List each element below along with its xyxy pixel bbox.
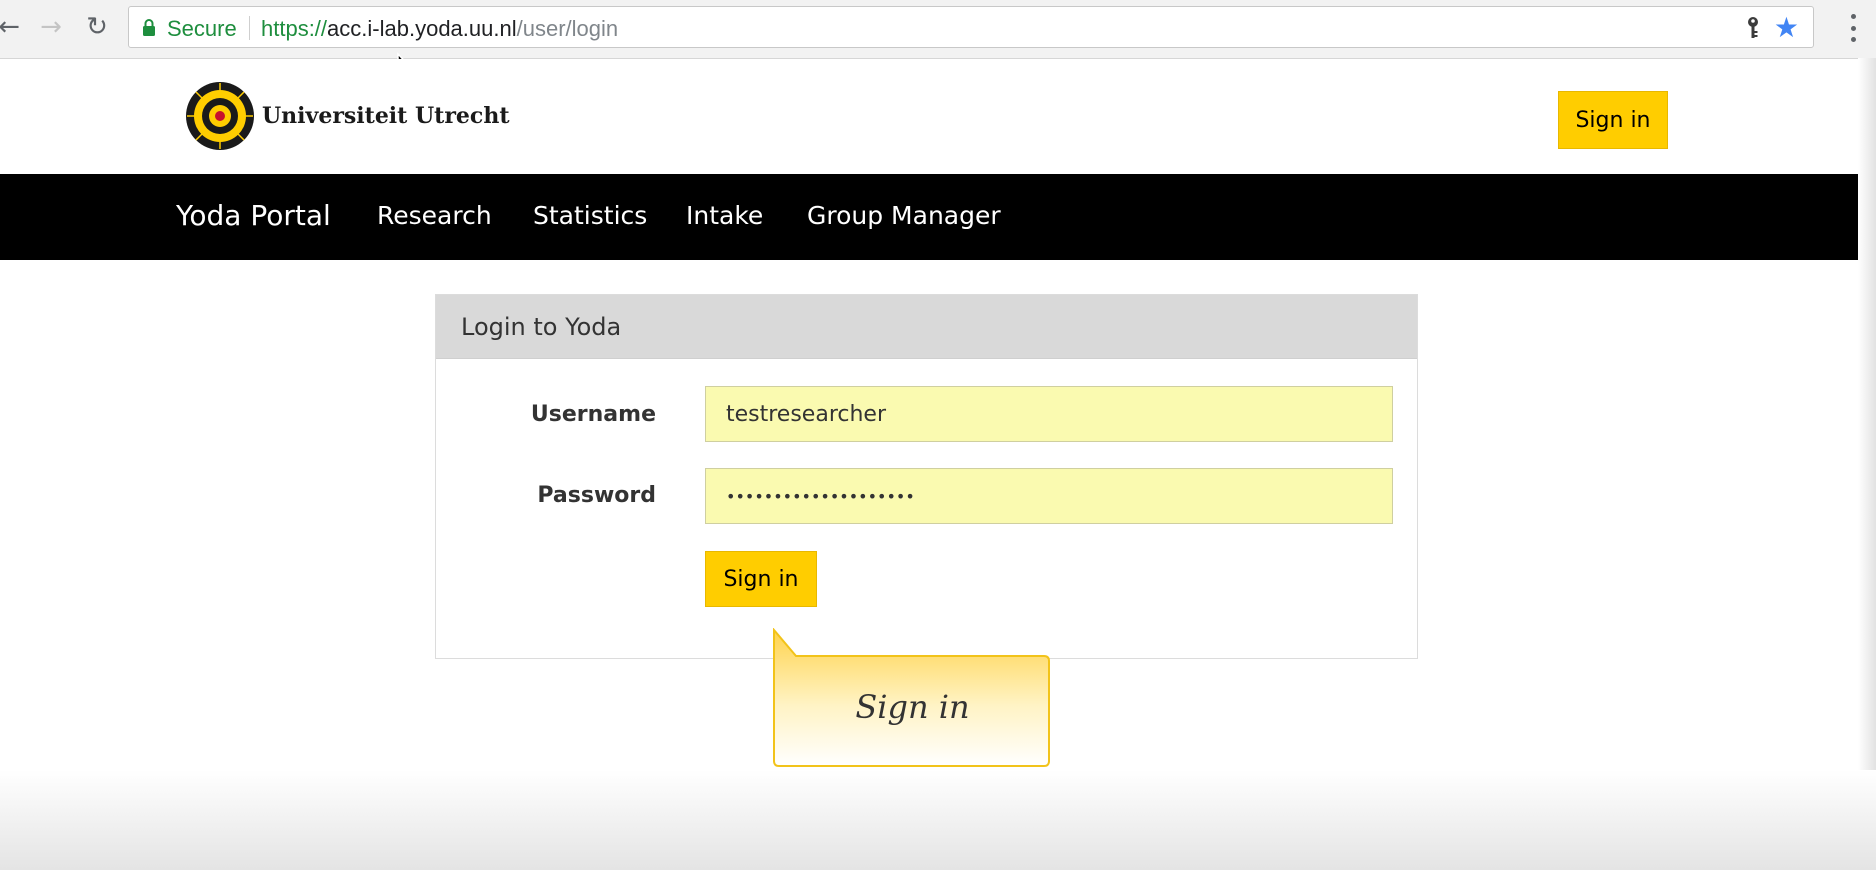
university-name[interactable]: Universiteit Utrecht (262, 103, 509, 129)
key-icon[interactable] (1743, 16, 1763, 40)
nav-item-statistics[interactable]: Statistics (533, 201, 647, 230)
browser-toolbar: ← → ↻ Secure https://acc.i-lab.yoda.uu.n… (0, 0, 1876, 59)
header-sign-in-button[interactable]: Sign in (1558, 91, 1668, 149)
university-seal-logo[interactable] (185, 81, 255, 151)
reload-icon[interactable]: ↻ (82, 12, 112, 42)
tooltip-text: Sign in (855, 688, 970, 726)
login-panel-heading: Login to Yoda (436, 295, 1417, 359)
browser-menu-icon[interactable] (1850, 14, 1856, 42)
site-header: Universiteit Utrecht Sign in (0, 59, 1876, 174)
username-label: Username (530, 402, 656, 427)
url-path: /user/login (516, 16, 619, 41)
nav-brand-yoda-portal[interactable]: Yoda Portal (176, 199, 331, 232)
nav-item-research[interactable]: Research (377, 201, 492, 230)
login-title: Login to Yoda (461, 313, 622, 341)
address-bar[interactable]: Secure https://acc.i-lab.yoda.uu.nl/user… (128, 6, 1814, 48)
password-label: Password (537, 483, 656, 508)
secure-label: Secure (167, 16, 237, 41)
back-arrow-icon[interactable]: ← (0, 12, 24, 42)
nav-item-intake[interactable]: Intake (686, 201, 763, 230)
username-input[interactable] (705, 386, 1393, 442)
forward-arrow-icon[interactable]: → (36, 12, 66, 42)
url-text[interactable]: https://acc.i-lab.yoda.uu.nl/user/login (261, 16, 618, 42)
url-host: acc.i-lab.yoda.uu.nl (327, 16, 517, 41)
bottom-fade (0, 770, 1876, 870)
main-navbar: Yoda Portal Research Statistics Intake G… (0, 174, 1876, 260)
address-divider (249, 16, 250, 40)
login-sign-in-button[interactable]: Sign in (705, 551, 817, 607)
page-right-edge (1858, 58, 1876, 870)
lock-icon (143, 19, 155, 36)
nav-item-group-manager[interactable]: Group Manager (807, 201, 1001, 230)
password-input[interactable] (705, 468, 1393, 524)
url-scheme: https:// (261, 16, 328, 41)
bookmark-star-icon[interactable]: ★ (1774, 11, 1799, 44)
login-panel: Login to Yoda Username Password Sign in (435, 294, 1418, 659)
